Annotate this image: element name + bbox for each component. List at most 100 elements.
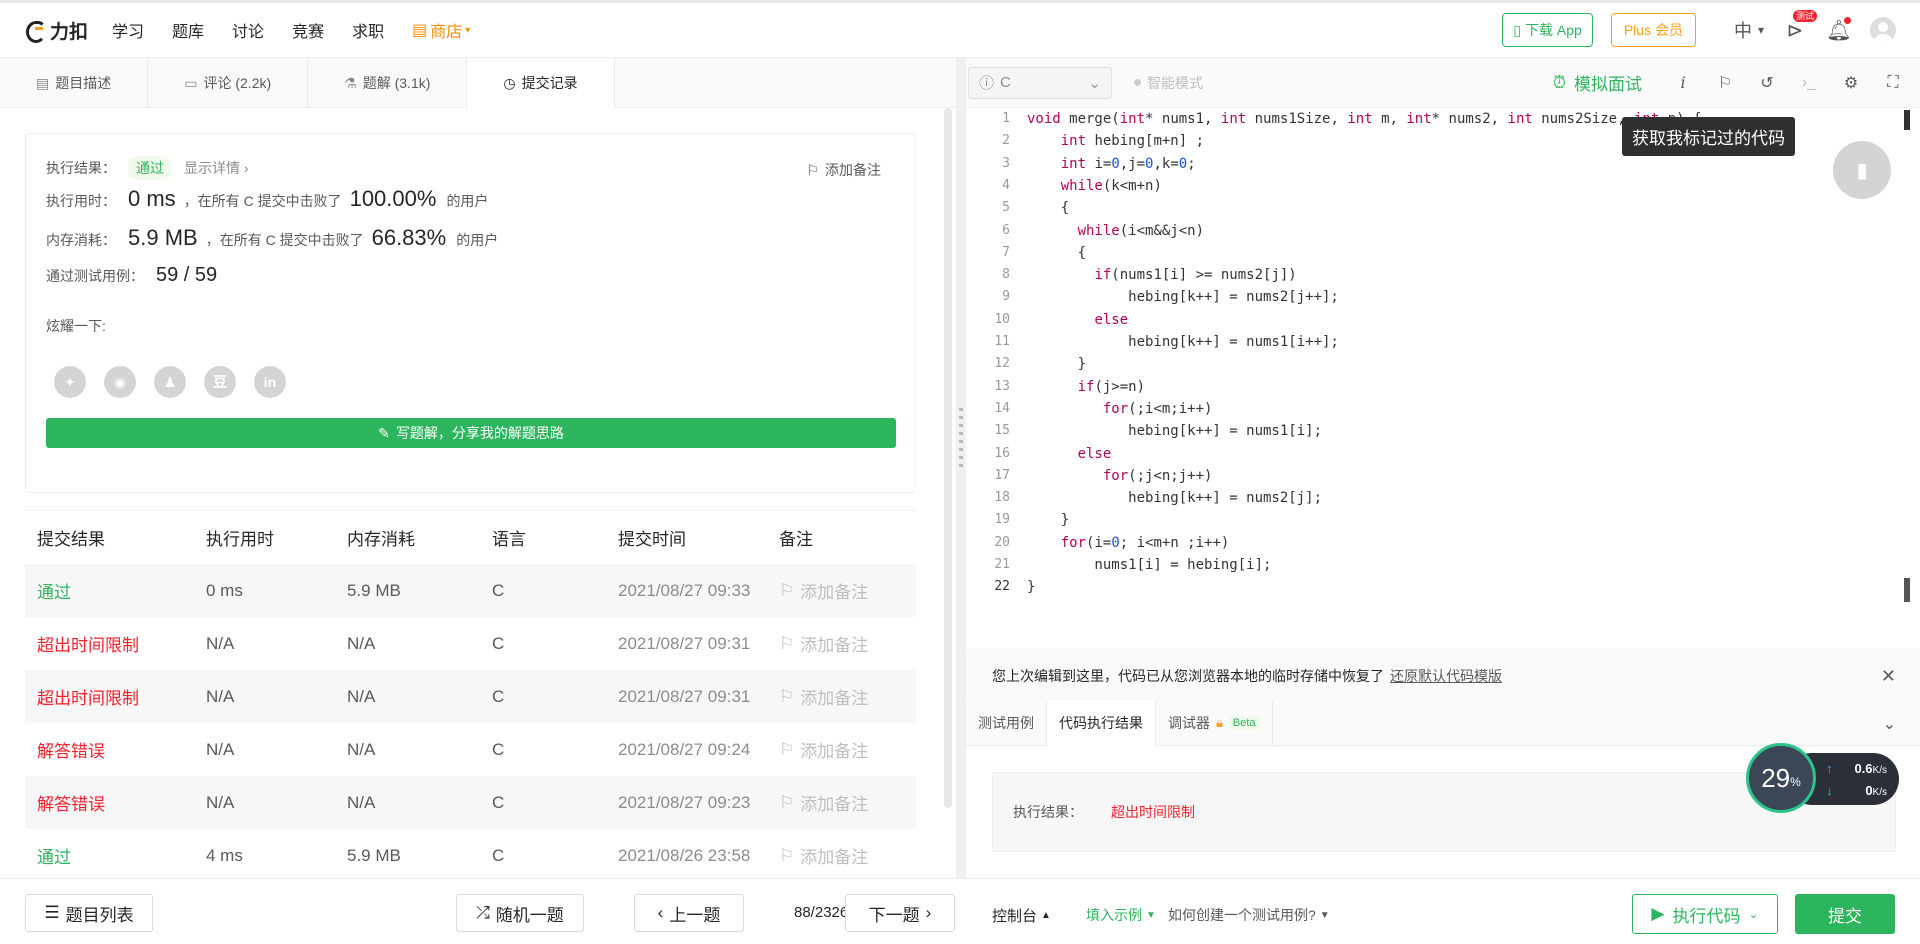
row-add-note-button[interactable]: ⚐ 添加备注 bbox=[779, 737, 916, 762]
download-app-button[interactable]: ▯ 下载 App bbox=[1502, 13, 1593, 47]
language-select[interactable]: ⓘ C ⌄ bbox=[968, 66, 1112, 99]
problem-list-button[interactable]: ☰ 题目列表 bbox=[25, 894, 153, 932]
restore-default-link[interactable]: 还原默认代码模版 bbox=[1390, 666, 1502, 686]
language-switch[interactable]: 中 ▾ bbox=[1734, 17, 1764, 43]
tab-comments[interactable]: ▭ 评论 (2.2k) bbox=[148, 58, 309, 108]
mock-interview-button[interactable]: ⏰︎ 模拟面试 bbox=[1553, 70, 1642, 95]
nav-item-contest[interactable]: 竞赛 bbox=[292, 18, 324, 42]
row-add-note-button[interactable]: ⚐ 添加备注 bbox=[779, 790, 916, 815]
code-text[interactable]: for(;j<n;j++) bbox=[1027, 465, 1213, 487]
editor-scrollbar-thumb[interactable] bbox=[1904, 578, 1910, 602]
nav-item-jobs[interactable]: 求职 bbox=[352, 18, 384, 42]
code-text[interactable]: void merge(int* nums1, int nums1Size, in… bbox=[1027, 108, 1701, 130]
wechat-icon[interactable]: ✦ bbox=[54, 366, 86, 398]
code-line[interactable]: 16 else bbox=[966, 443, 1111, 465]
code-text[interactable]: int hebing[m+n] ; bbox=[1027, 130, 1204, 152]
run-code-button[interactable]: ▶ 执行代码 ⌄ bbox=[1632, 894, 1778, 934]
submit-button[interactable]: 提交 bbox=[1795, 894, 1895, 934]
code-text[interactable]: for(i=0; i<m+n ;i++) bbox=[1027, 532, 1230, 554]
chevron-down-icon[interactable]: ⌄ bbox=[1883, 714, 1896, 734]
code-line[interactable]: 18 hebing[k++] = nums2[j]; bbox=[966, 487, 1322, 509]
row-result-link[interactable]: 解答错误 bbox=[25, 790, 206, 815]
code-text[interactable]: int i=0,j=0,k=0; bbox=[1027, 153, 1196, 175]
write-solution-button[interactable]: ✎ 写题解，分享我的解题思路 bbox=[46, 418, 896, 448]
code-line[interactable]: 7 { bbox=[966, 242, 1086, 264]
code-line[interactable]: 12 } bbox=[966, 353, 1086, 375]
code-text[interactable]: hebing[k++] = nums2[j++]; bbox=[1027, 286, 1339, 308]
code-line[interactable]: 5 { bbox=[966, 197, 1069, 219]
fill-example-button[interactable]: 填入示例 ▼ bbox=[1086, 905, 1156, 925]
code-line[interactable]: 6 while(i<m&&j<n) bbox=[966, 220, 1204, 242]
tab-description[interactable]: ▤ 题目描述 bbox=[0, 58, 149, 108]
code-text[interactable]: if(nums1[i] >= nums2[j]) bbox=[1027, 264, 1296, 286]
tab-run-result[interactable]: 代码执行结果 bbox=[1047, 699, 1156, 746]
code-line[interactable]: 2 int hebing[m+n] ; bbox=[966, 130, 1204, 152]
row-add-note-button[interactable]: ⚐ 添加备注 bbox=[779, 684, 916, 709]
code-line[interactable]: 21 nums1[i] = hebing[i]; bbox=[966, 554, 1271, 576]
row-add-note-button[interactable]: ⚐ 添加备注 bbox=[779, 578, 916, 603]
weibo-icon[interactable]: ◉ bbox=[104, 366, 136, 398]
code-text[interactable]: else bbox=[1027, 443, 1112, 465]
code-text[interactable]: { bbox=[1027, 197, 1069, 219]
tab-solutions[interactable]: ⚗ 题解 (3.1k) bbox=[308, 58, 468, 108]
playground-button[interactable]: ⊳ 测试 bbox=[1782, 10, 1817, 43]
qq-icon[interactable]: ♟ bbox=[154, 366, 186, 398]
row-result-link[interactable]: 通过 bbox=[25, 843, 206, 868]
flag-icon[interactable]: ⚐ bbox=[1716, 73, 1734, 93]
code-editor[interactable]: 1 void merge(int* nums1, int nums1Size, i… bbox=[966, 108, 1920, 648]
reset-icon[interactable]: ↺ bbox=[1758, 73, 1776, 93]
code-line[interactable]: 4 while(k<m+n) bbox=[966, 175, 1162, 197]
plus-member-button[interactable]: Plus 会员 bbox=[1610, 13, 1696, 47]
code-line[interactable]: 13 if(j>=n) bbox=[966, 376, 1145, 398]
row-result-link[interactable]: 解答错误 bbox=[25, 737, 206, 762]
code-line[interactable]: 9 hebing[k++] = nums2[j++]; bbox=[966, 286, 1339, 308]
code-text[interactable]: { bbox=[1027, 242, 1086, 264]
code-line[interactable]: 1 void merge(int* nums1, int nums1Size, i… bbox=[966, 108, 1701, 130]
settings-icon[interactable]: ⚙ bbox=[1842, 73, 1860, 93]
nav-item-discuss[interactable]: 讨论 bbox=[232, 18, 264, 42]
code-line[interactable]: 17 for(;j<n;j++) bbox=[966, 465, 1212, 487]
tab-testcase[interactable]: 测试用例 bbox=[966, 699, 1047, 746]
nav-item-problems[interactable]: 题库 bbox=[172, 18, 204, 42]
douban-icon[interactable]: 豆 bbox=[204, 366, 236, 398]
notifications-button[interactable]: 🔔︎ bbox=[1826, 17, 1852, 43]
code-text[interactable]: nums1[i] = hebing[i]; bbox=[1027, 554, 1271, 576]
add-note-button[interactable]: ⚐ 添加备注 bbox=[806, 160, 881, 180]
info-italic-icon[interactable]: i bbox=[1674, 73, 1692, 92]
terminal-icon[interactable]: ›_ bbox=[1800, 74, 1818, 92]
code-text[interactable]: hebing[k++] = nums1[i++]; bbox=[1027, 331, 1339, 353]
prev-problem-button[interactable]: ‹ 上一题 bbox=[634, 894, 744, 932]
editor-scrollbar-top[interactable] bbox=[1904, 110, 1910, 130]
leetcode-logo[interactable]: 力扣 bbox=[24, 17, 88, 44]
row-result-link[interactable]: 超出时间限制 bbox=[25, 684, 206, 709]
code-text[interactable]: } bbox=[1027, 353, 1086, 375]
code-text[interactable]: hebing[k++] = nums2[j]; bbox=[1027, 487, 1322, 509]
code-line[interactable]: 10 else bbox=[966, 309, 1128, 331]
code-line[interactable]: 3 int i=0,j=0,k=0; bbox=[966, 153, 1195, 175]
network-monitor-widget[interactable]: ↑ 0.6K/s ↓ 0K/s 29% bbox=[1746, 743, 1899, 813]
code-text[interactable]: } bbox=[1027, 509, 1069, 531]
code-line[interactable]: 19 } bbox=[966, 509, 1069, 531]
next-problem-button[interactable]: 下一题 › bbox=[845, 894, 955, 932]
console-toggle[interactable]: 控制台 ▲ bbox=[992, 905, 1051, 926]
code-line[interactable]: 20 for(i=0; i<m+n ;i++) bbox=[966, 532, 1229, 554]
code-text[interactable]: else bbox=[1027, 309, 1128, 331]
show-details-link[interactable]: 显示详情 › bbox=[184, 158, 249, 178]
code-text[interactable]: while(k<m+n) bbox=[1027, 175, 1162, 197]
row-add-note-button[interactable]: ⚐ 添加备注 bbox=[779, 631, 916, 656]
code-line[interactable]: 8 if(nums1[i] >= nums2[j]) bbox=[966, 264, 1297, 286]
tab-submissions[interactable]: ◷ 提交记录 bbox=[467, 58, 615, 108]
linkedin-icon[interactable]: in bbox=[254, 366, 286, 398]
random-problem-button[interactable]: ⤮ 随机一题 bbox=[456, 894, 584, 932]
code-text[interactable]: while(i<m&&j<n) bbox=[1027, 220, 1204, 242]
code-text[interactable]: for(;i<m;i++) bbox=[1027, 398, 1213, 420]
pane-splitter[interactable] bbox=[956, 58, 966, 878]
code-line[interactable]: 11 hebing[k++] = nums1[i++]; bbox=[966, 331, 1339, 353]
code-text[interactable]: if(j>=n) bbox=[1027, 376, 1145, 398]
left-scrollbar[interactable] bbox=[944, 108, 952, 808]
code-line[interactable]: 14 for(;i<m;i++) bbox=[966, 398, 1212, 420]
code-text[interactable]: } bbox=[1027, 576, 1035, 598]
smart-mode-toggle[interactable]: 智能模式 bbox=[1134, 73, 1203, 93]
nav-item-study[interactable]: 学习 bbox=[112, 18, 144, 42]
avatar[interactable] bbox=[1870, 17, 1896, 43]
